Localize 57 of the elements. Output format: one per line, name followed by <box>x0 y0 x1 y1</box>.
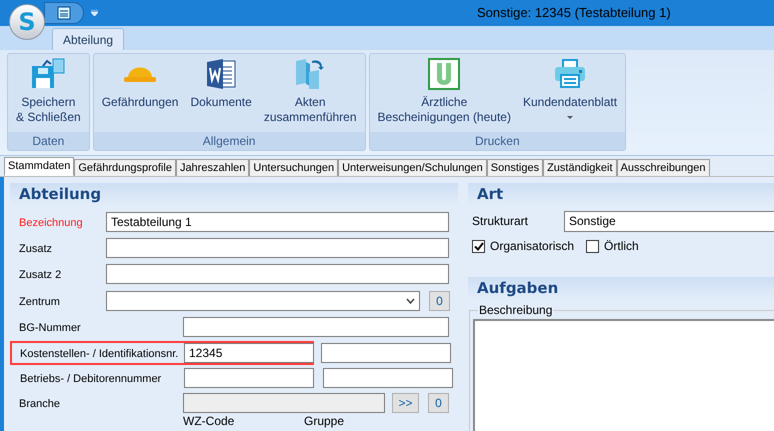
text-field[interactable]: 12345 <box>184 342 314 362</box>
ribbon-button[interactable]: Kundendatenblatt <box>518 57 622 132</box>
field-label: Betriebs- / Debitorennummer <box>20 372 162 384</box>
chevron-down-icon <box>406 298 415 304</box>
structure-type-field[interactable]: Sonstige <box>564 210 774 232</box>
tab[interactable]: Unterweisungen/Schulungen <box>338 159 487 176</box>
count-button[interactable]: 0 <box>429 290 450 310</box>
checkbox-option[interactable]: Organisatorisch <box>472 237 574 255</box>
field-label: Zusatz 2 <box>19 269 62 281</box>
checkmark-icon <box>474 242 484 250</box>
caret-icon <box>567 116 574 119</box>
field-label: Zusatz <box>19 243 52 255</box>
text-field[interactable] <box>323 368 453 388</box>
text-field[interactable] <box>183 317 449 337</box>
column-label: Gruppe <box>304 415 346 428</box>
tab[interactable]: Stammdaten <box>4 157 74 176</box>
tab[interactable]: Gefährdungsprofile <box>74 159 176 176</box>
letter-u-icon <box>428 58 460 90</box>
ribbon-button[interactable]: Speichern & Schließen <box>11 57 86 132</box>
tab[interactable]: Jahreszahlen <box>176 159 250 176</box>
group-label: Beschreibung <box>478 303 554 317</box>
ribbon-button[interactable]: Ärztliche Bescheinigungen (heute) <box>372 57 516 132</box>
checkbox[interactable] <box>472 240 485 252</box>
ribbon-button[interactable]: Dokumente <box>185 57 257 132</box>
floppy-disk-icon <box>31 58 66 90</box>
checkbox[interactable] <box>586 240 600 252</box>
save-icon[interactable] <box>57 6 71 20</box>
document-icon <box>206 58 236 90</box>
ribbon-button[interactable]: Akten zusammenführen <box>258 57 362 132</box>
tab[interactable]: Sonstiges <box>486 159 544 176</box>
ribbon-button[interactable]: Gefährdungen <box>96 57 184 132</box>
group-label: Drucken <box>370 132 626 150</box>
window-title: Sonstige: 12345 (Testabteilung 1) <box>477 4 671 22</box>
field-label: Zentrum <box>19 296 60 308</box>
hard-hat-icon <box>123 66 158 82</box>
field-label: Kostenstellen- / Identifikationsnr. <box>20 348 178 360</box>
checkbox-option[interactable]: Örtlich <box>586 237 639 255</box>
ribbon-tab[interactable]: Abteilung <box>52 28 124 50</box>
field-label: Branche <box>19 398 60 410</box>
tab[interactable]: Zuständigkeit <box>543 159 617 176</box>
text-field[interactable] <box>106 264 449 284</box>
text-field[interactable]: Testabteilung 1 <box>106 212 449 232</box>
tab[interactable]: Ausschreibungen <box>616 159 710 176</box>
caret-icon[interactable] <box>91 10 98 16</box>
group-label: Daten <box>8 132 89 150</box>
field-label: Bezeichnung <box>19 217 83 229</box>
group-label: Allgemein <box>94 132 365 150</box>
text-field[interactable] <box>106 238 449 258</box>
folders-icon <box>294 58 326 90</box>
text-field[interactable] <box>184 368 314 388</box>
tab[interactable]: Untersuchungen <box>249 159 338 176</box>
field-label: BG-Nummer <box>19 322 81 334</box>
dropdown-field[interactable] <box>106 290 420 310</box>
text-field[interactable] <box>321 342 451 362</box>
column-label: WZ-Code <box>183 415 236 428</box>
field-label: Strukturart <box>472 213 530 230</box>
printer-icon <box>554 59 586 89</box>
